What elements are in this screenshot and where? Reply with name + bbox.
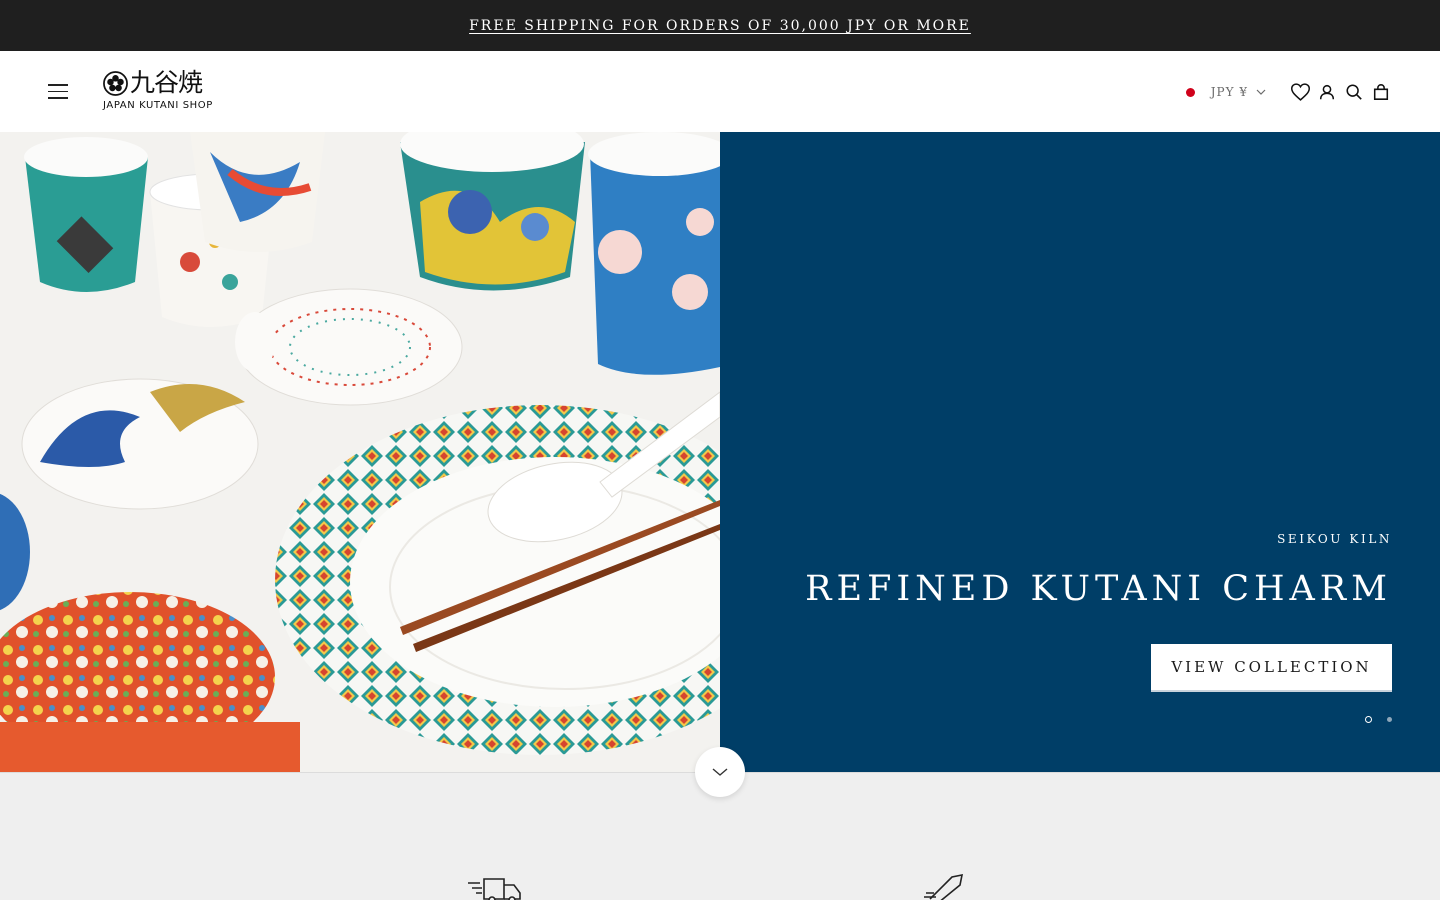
logo-kanji: 九谷焼 (130, 68, 203, 97)
currency-selector[interactable]: JPY ¥ (1185, 85, 1266, 99)
scroll-down-button[interactable] (695, 747, 745, 797)
japan-flag-icon (1185, 87, 1195, 97)
account-icon[interactable] (1316, 81, 1338, 103)
slide-pagination (1350, 716, 1392, 723)
hero-text-panel: SEIKOU KILN REFINED KUTANI CHARM VIEW CO… (720, 132, 1440, 772)
wishlist-icon[interactable] (1289, 81, 1311, 103)
slide-dot-1[interactable] (1365, 716, 1372, 723)
view-collection-button[interactable]: VIEW COLLECTION (1151, 644, 1392, 692)
delivery-truck-icon (468, 878, 521, 900)
menu-icon[interactable] (48, 84, 68, 100)
slide-dot-2[interactable] (1387, 717, 1392, 722)
site-logo[interactable]: 九谷焼 JAPAN KUTANI SHOP (103, 69, 233, 115)
cart-icon[interactable] (1370, 81, 1392, 103)
site-header: 九谷焼 JAPAN KUTANI SHOP JPY ¥ (0, 51, 1440, 132)
currency-label: JPY ¥ (1210, 85, 1248, 99)
rocket-icon (924, 873, 964, 900)
hero-kicker: SEIKOU KILN (1277, 532, 1392, 546)
chevron-down-icon (1256, 89, 1266, 95)
hero-product-image (0, 132, 720, 772)
plum-crest-icon (103, 71, 128, 96)
view-collection-label: VIEW COLLECTION (1171, 658, 1372, 676)
hero-title: REFINED KUTANI CHARM (805, 569, 1392, 609)
announcement-bar: FREE SHIPPING FOR ORDERS OF 30,000 JPY O… (0, 0, 1440, 51)
hero-slideshow: SEIKOU KILN REFINED KUTANI CHARM VIEW CO… (0, 132, 1440, 772)
chevron-down-icon (712, 768, 728, 776)
announcement-link[interactable]: FREE SHIPPING FOR ORDERS OF 30,000 JPY O… (469, 18, 971, 34)
logo-subtitle: JAPAN KUTANI SHOP (103, 100, 213, 111)
search-icon[interactable] (1343, 81, 1365, 103)
header-actions: JPY ¥ (1185, 81, 1392, 103)
